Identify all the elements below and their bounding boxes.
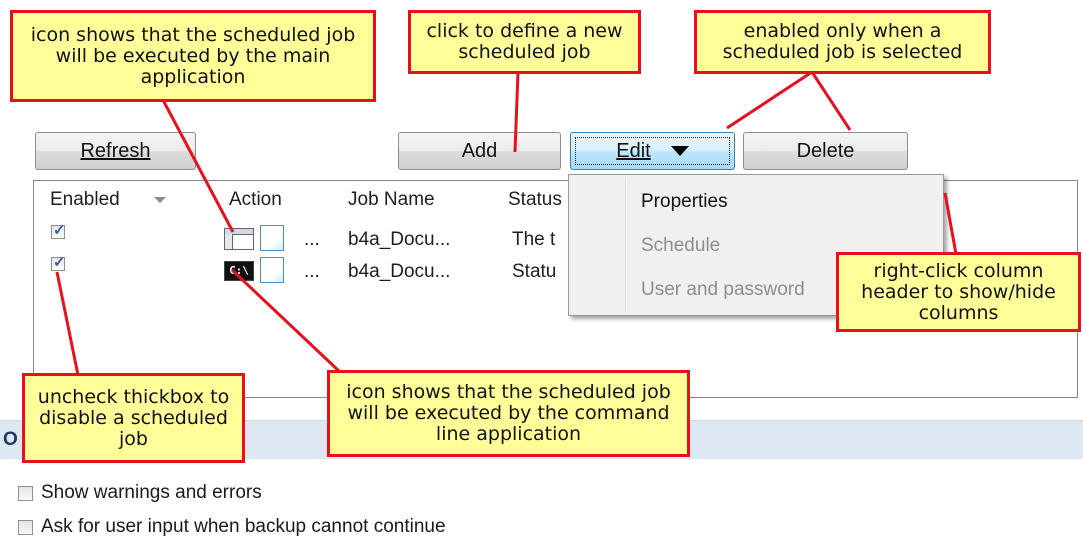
callout-edit-enabled: enabled only when a scheduled job is sel… [694,10,991,74]
callout-add: click to define a new scheduled job [408,10,641,74]
callout-column-header: right-click column header to show/hide c… [836,252,1081,332]
callout-main-app-icon: icon shows that the scheduled job will b… [10,10,376,102]
callout-checkbox: uncheck thickbox to disable a scheduled … [22,373,245,463]
callout-cmd-icon: icon shows that the scheduled job will b… [327,370,690,457]
